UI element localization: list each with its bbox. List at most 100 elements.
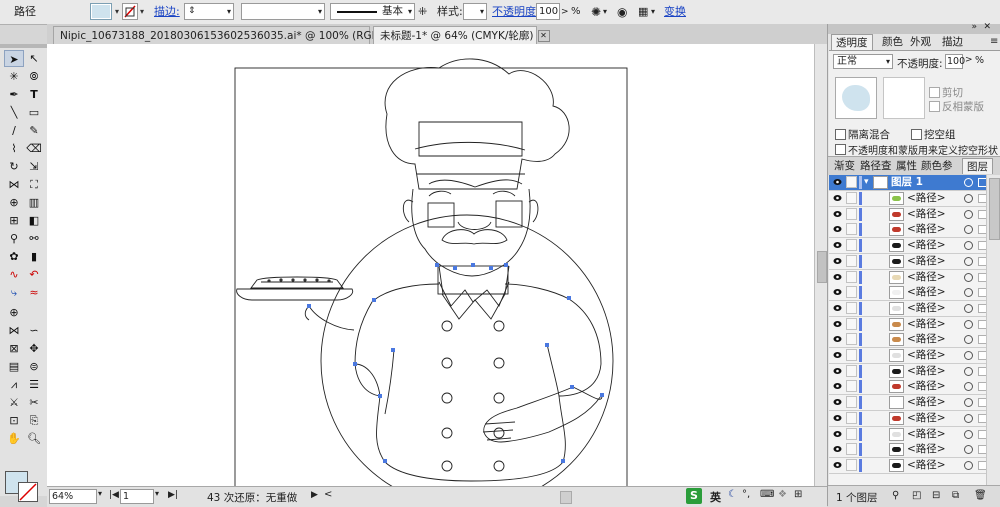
- align-stroke-icon[interactable]: ⁜: [418, 4, 427, 20]
- layer-item-row[interactable]: <路径>: [829, 285, 987, 302]
- align-icon[interactable]: ▦: [638, 4, 648, 20]
- stepper-icon[interactable]: ⇕: [188, 4, 196, 19]
- layer-item-row[interactable]: <路径>: [829, 238, 987, 255]
- eye-icon[interactable]: [833, 430, 842, 438]
- stroke-weight-field[interactable]: ⇕ ▾: [184, 3, 234, 20]
- lock-cell[interactable]: [846, 223, 857, 236]
- envelope-tool-icon[interactable]: ⋈: [4, 322, 24, 339]
- tab-pathfinder[interactable]: 路径查: [856, 158, 896, 174]
- invert-mask-checkbox[interactable]: [929, 101, 940, 112]
- eye-icon[interactable]: [833, 367, 842, 375]
- scrollbar-thumb[interactable]: [817, 251, 827, 283]
- tab-stroke[interactable]: 描边: [938, 34, 967, 50]
- layer-item-row[interactable]: <路径>: [829, 348, 987, 364]
- column-graph-tool-icon[interactable]: ▮: [24, 248, 44, 265]
- target-tool-icon[interactable]: ⊕: [4, 304, 24, 321]
- eye-icon[interactable]: [833, 461, 842, 469]
- gradient-tool-icon[interactable]: ◧: [24, 212, 44, 229]
- layer-target-icon[interactable]: [964, 178, 973, 187]
- first-artboard-icon[interactable]: |◀: [109, 490, 119, 500]
- lock-cell[interactable]: [846, 286, 857, 299]
- eye-icon[interactable]: [833, 351, 842, 359]
- horizontal-scroll-thumb[interactable]: [560, 491, 572, 504]
- tab-transparency[interactable]: 透明度: [831, 34, 873, 50]
- collapse-panels-icon[interactable]: »: [971, 22, 977, 32]
- delete-layer-icon[interactable]: 🗑︎: [974, 490, 987, 501]
- path-target-icon[interactable]: [964, 303, 973, 313]
- scissors-tool-icon[interactable]: ✂: [24, 394, 44, 411]
- panel-dock-header[interactable]: » ✕: [828, 22, 1000, 34]
- knockout-group-checkbox[interactable]: [911, 129, 922, 140]
- tab-color[interactable]: 颜色: [878, 34, 907, 50]
- symbol-sprayer-tool-icon[interactable]: ✿: [4, 248, 24, 265]
- eye-icon[interactable]: [833, 178, 842, 186]
- zoom-tool-icon[interactable]: 🔍︎: [24, 430, 44, 447]
- eye-icon[interactable]: [833, 320, 842, 328]
- skin-icon[interactable]: ❖: [778, 489, 787, 500]
- opacity-field[interactable]: 100: [536, 3, 560, 20]
- chevron-down-icon[interactable]: ▾: [227, 4, 231, 19]
- path-target-icon[interactable]: [964, 335, 973, 345]
- lock-cell[interactable]: [846, 207, 857, 220]
- vertical-scrollbar[interactable]: [814, 44, 828, 486]
- isolate-blending-checkbox[interactable]: [835, 129, 846, 140]
- tab-layers[interactable]: 图层: [962, 158, 993, 174]
- eye-icon[interactable]: [833, 335, 842, 343]
- layer-item-row[interactable]: <路径>: [829, 269, 987, 286]
- knife-tool-icon[interactable]: ⚔: [4, 394, 24, 411]
- lock-cell[interactable]: [846, 443, 857, 456]
- join-tool-icon[interactable]: ⤷: [4, 284, 24, 301]
- chart-tool-icon[interactable]: ▤: [4, 358, 24, 375]
- path-target-icon[interactable]: [964, 225, 973, 235]
- path-target-icon[interactable]: [964, 460, 973, 470]
- eye-icon[interactable]: [833, 382, 842, 390]
- layer-item-row[interactable]: <路径>: [829, 395, 987, 412]
- lock-cell[interactable]: [846, 239, 857, 252]
- variable-width-profile[interactable]: ▾: [241, 3, 325, 20]
- pen-tool-icon[interactable]: ✒: [4, 86, 24, 103]
- chevron-down-icon[interactable]: ▾: [651, 4, 655, 20]
- layer-item-row[interactable]: <路径>: [829, 222, 987, 239]
- keyboard-icon[interactable]: ⌨: [760, 489, 774, 500]
- close-panel-icon[interactable]: ✕: [983, 22, 991, 32]
- artboard-tool-icon[interactable]: ⊡: [4, 412, 24, 429]
- path-target-icon[interactable]: [964, 209, 973, 219]
- path-target-icon[interactable]: [964, 194, 973, 203]
- sogou-logo-icon[interactable]: S: [686, 488, 702, 504]
- lock-cell[interactable]: [846, 254, 857, 267]
- scale-tool-icon[interactable]: ⇲: [24, 158, 44, 175]
- lock-cell[interactable]: [846, 396, 857, 409]
- lasso-tool-icon[interactable]: ⦾: [24, 68, 44, 85]
- panel-menu-icon[interactable]: ≡: [990, 36, 998, 47]
- pencil-tool-icon[interactable]: ✎: [24, 122, 44, 139]
- paintbrush-tool-icon[interactable]: ∕: [4, 122, 24, 139]
- zoom-field[interactable]: 64%: [49, 489, 97, 504]
- eye-icon[interactable]: [833, 445, 842, 453]
- lock-cell[interactable]: [846, 380, 857, 393]
- path-target-icon[interactable]: [964, 256, 973, 266]
- layer-item-row[interactable]: <路径>: [829, 316, 987, 333]
- chevron-down-icon[interactable]: ▾: [886, 55, 890, 68]
- rotate-tool-icon[interactable]: ↻: [4, 158, 24, 175]
- path-target-icon[interactable]: [964, 351, 973, 360]
- make-clipping-mask-icon[interactable]: ◰: [912, 490, 921, 501]
- path-target-icon[interactable]: [964, 398, 973, 408]
- eraser-tool-icon[interactable]: ⌫: [24, 140, 44, 157]
- create-sublayer-icon[interactable]: ⊟: [932, 490, 940, 501]
- stroke-label[interactable]: 描边:: [154, 4, 180, 20]
- line-tool-icon[interactable]: ╲: [4, 104, 24, 121]
- chevron-down-icon[interactable]: ▾: [318, 4, 322, 19]
- stroke-dropdown-chevron-icon[interactable]: ▾: [136, 5, 148, 19]
- shape-builder-tool-icon[interactable]: ⊕: [4, 194, 24, 211]
- lock-cell[interactable]: [846, 270, 857, 283]
- slice-tool-icon[interactable]: ⊠: [4, 340, 24, 357]
- path-target-icon[interactable]: [964, 366, 973, 376]
- width-tool-icon[interactable]: ⋈: [4, 176, 24, 193]
- layer-item-row[interactable]: <路径>: [829, 457, 987, 474]
- artboard-canvas[interactable]: [47, 44, 814, 486]
- opacity-mask-knockout-checkbox[interactable]: [835, 144, 846, 155]
- expand-triangle-icon[interactable]: ▾: [864, 175, 869, 190]
- layer-item-row[interactable]: <路径>: [829, 379, 987, 396]
- rectangle-tool-icon[interactable]: ▭: [24, 104, 44, 121]
- ime-language[interactable]: 英: [710, 489, 721, 505]
